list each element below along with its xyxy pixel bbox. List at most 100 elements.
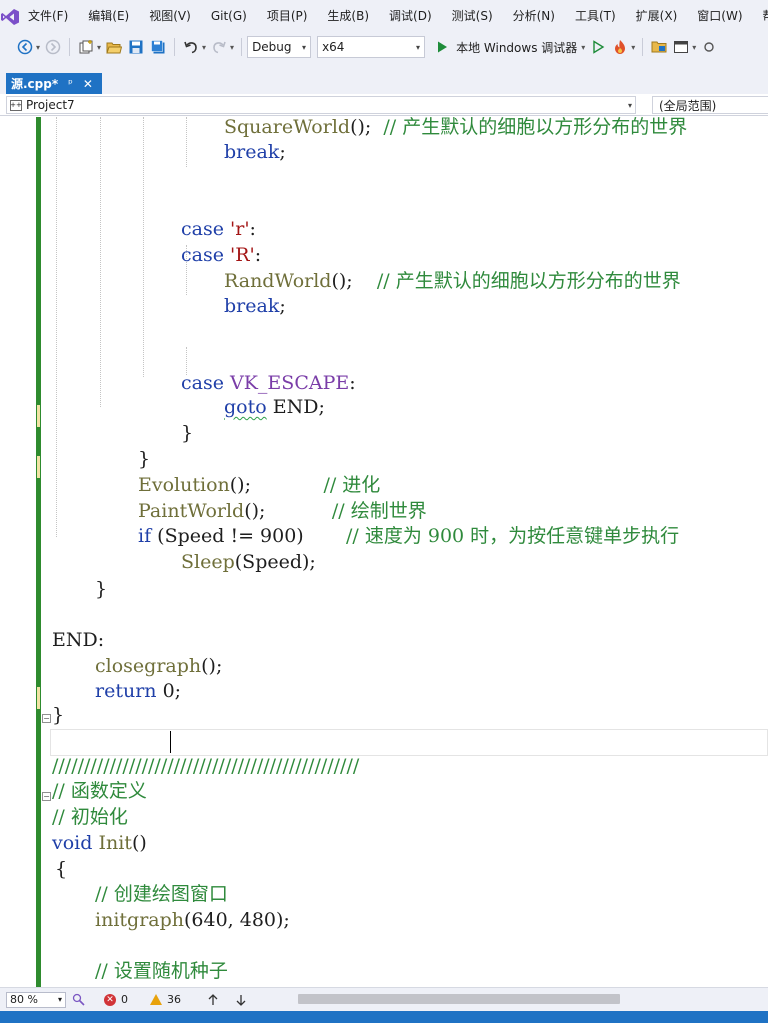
code-token: Speed xyxy=(242,551,303,573)
previous-issue-arrow-up-icon[interactable] xyxy=(207,993,219,1006)
start-without-debugging-icon[interactable] xyxy=(589,38,607,56)
menu-file[interactable]: 文件(F) xyxy=(20,0,78,33)
fold-collapse-icon[interactable]: − xyxy=(42,792,51,801)
menu-tools[interactable]: 工具(T) xyxy=(565,0,626,33)
menu-debug[interactable]: 调试(D) xyxy=(379,0,442,33)
code-token: case xyxy=(181,372,224,394)
scope-dropdown[interactable]: (全局范围) xyxy=(652,96,768,114)
code-line: // 设置随机种子 xyxy=(95,958,228,984)
code-token: VK_ESCAPE xyxy=(230,372,350,394)
save-icon[interactable] xyxy=(127,38,145,56)
menu-edit[interactable]: 编辑(E) xyxy=(78,0,139,33)
open-file-icon[interactable] xyxy=(105,38,123,56)
code-token: { xyxy=(55,858,68,880)
code-line: // 函数定义 xyxy=(52,778,147,804)
save-all-icon[interactable] xyxy=(149,38,167,56)
menu-help[interactable]: 帮 xyxy=(753,0,768,33)
pin-tab-icon[interactable]: ᵖ xyxy=(68,77,73,90)
new-project-dropdown-icon[interactable]: ▾ xyxy=(97,43,101,52)
code-editor[interactable]: − − SquareWorld(); // 产生默认的细胞以方形分布的世界 bre… xyxy=(0,117,768,987)
debug-target-dropdown-icon[interactable]: ▾ xyxy=(581,43,585,52)
code-token: : xyxy=(254,244,262,266)
window-layout-dropdown-icon[interactable]: ▾ xyxy=(692,43,696,52)
next-issue-arrow-down-icon[interactable] xyxy=(235,994,247,1006)
warnings-indicator[interactable]: 36 xyxy=(150,993,181,1006)
redo-icon[interactable] xyxy=(210,38,228,56)
code-line: Evolution(); // 进化 xyxy=(138,472,380,498)
code-token: 'r' xyxy=(230,218,250,240)
code-line: RandWorld(); // 产生默认的细胞以方形分布的世界 xyxy=(224,268,681,294)
fold-collapse-icon[interactable]: − xyxy=(42,714,51,723)
visual-studio-logo-icon[interactable] xyxy=(0,0,20,33)
menu-extensions[interactable]: 扩展(X) xyxy=(626,0,688,33)
menu-project[interactable]: 项目(P) xyxy=(257,0,318,33)
code-line: break; xyxy=(224,293,286,319)
code-token: ( xyxy=(151,525,165,547)
code-token: Sleep xyxy=(181,551,235,573)
indent-guide xyxy=(100,117,101,407)
code-token: // 函数定义 xyxy=(52,780,147,802)
code-token: ////////////////////////////////////////… xyxy=(52,755,360,777)
editor-info-bar: 80 % ▾ ✕ 0 36 xyxy=(0,987,768,1011)
toolbar-separator xyxy=(642,38,644,56)
errors-indicator[interactable]: ✕ 0 xyxy=(104,993,128,1006)
navigate-back-dropdown-icon[interactable]: ▾ xyxy=(36,43,40,52)
code-token: // 绘制世界 xyxy=(331,500,427,522)
health-indicator-icon[interactable] xyxy=(72,993,86,1007)
menu-window[interactable]: 窗口(W) xyxy=(687,0,752,33)
code-line: SquareWorld(); // 产生默认的细胞以方形分布的世界 xyxy=(224,117,687,140)
indent-guide xyxy=(186,117,187,167)
solution-platform-dropdown[interactable]: x64 ▾ xyxy=(317,36,426,58)
tab-source-cpp[interactable]: 源.cpp* ᵖ ✕ xyxy=(6,73,102,94)
code-line: END: xyxy=(52,627,104,653)
horizontal-scrollbar-thumb[interactable] xyxy=(298,994,620,1004)
code-token: ); xyxy=(302,551,316,573)
code-token: : xyxy=(249,218,256,240)
unsaved-change-marker xyxy=(37,687,40,709)
code-token: break xyxy=(224,295,280,317)
warning-icon xyxy=(150,994,162,1005)
scope-name: (全局范围) xyxy=(659,98,717,113)
code-token: SquareWorld xyxy=(224,117,351,138)
code-line: // 创建绘图窗口 xyxy=(95,881,228,907)
code-token: initgraph xyxy=(95,909,184,931)
close-tab-icon[interactable]: ✕ xyxy=(83,77,93,91)
warning-count: 36 xyxy=(167,993,181,1006)
solution-explorer-folder-icon[interactable] xyxy=(650,38,668,56)
project-dropdown[interactable]: ++ Project7 ▾ xyxy=(6,96,636,114)
solution-config-value: Debug xyxy=(252,40,292,54)
code-token: closegraph xyxy=(95,655,202,677)
menu-git[interactable]: Git(G) xyxy=(201,0,257,33)
start-debugging-button[interactable]: 本地 Windows 调试器 xyxy=(456,39,577,56)
redo-dropdown-icon[interactable]: ▾ xyxy=(230,43,234,52)
code-token: case xyxy=(181,244,224,266)
menu-bar: 文件(F) 编辑(E) 视图(V) Git(G) 项目(P) 生成(B) 调试(… xyxy=(0,0,768,33)
solution-config-dropdown[interactable]: Debug ▾ xyxy=(247,36,312,58)
hot-reload-dropdown-icon[interactable]: ▾ xyxy=(631,43,635,52)
menu-view[interactable]: 视图(V) xyxy=(139,0,201,33)
code-line: goto END; xyxy=(224,394,325,420)
code-line: ////////////////////////////////////////… xyxy=(52,753,359,779)
window-layout-icon[interactable] xyxy=(672,38,690,56)
code-line: closegraph(); xyxy=(95,653,222,679)
new-project-icon[interactable] xyxy=(77,38,95,56)
toolbar-separator xyxy=(174,38,176,56)
undo-icon[interactable] xyxy=(182,38,200,56)
code-token: // 速度为 900 时，为按任意键单步执行 xyxy=(346,525,680,547)
code-token: Init xyxy=(98,832,132,854)
start-debugging-icon[interactable] xyxy=(433,38,451,56)
menu-analyze[interactable]: 分析(N) xyxy=(503,0,565,33)
menu-test[interactable]: 测试(S) xyxy=(442,0,503,33)
hot-reload-icon[interactable] xyxy=(611,38,629,56)
navigate-back-icon[interactable] xyxy=(16,38,34,56)
chevron-down-icon: ▾ xyxy=(627,100,632,110)
menu-build[interactable]: 生成(B) xyxy=(317,0,379,33)
code-token: 0; xyxy=(156,680,182,702)
code-line: // 初始化 xyxy=(52,804,128,830)
toolbar-overflow-icon[interactable] xyxy=(700,38,718,56)
navigate-forward-icon[interactable] xyxy=(44,38,62,56)
chevron-down-icon: ▾ xyxy=(302,42,307,52)
saved-changes-margin xyxy=(36,117,41,987)
undo-dropdown-icon[interactable]: ▾ xyxy=(202,43,206,52)
zoom-dropdown[interactable]: 80 % ▾ xyxy=(6,991,66,1008)
